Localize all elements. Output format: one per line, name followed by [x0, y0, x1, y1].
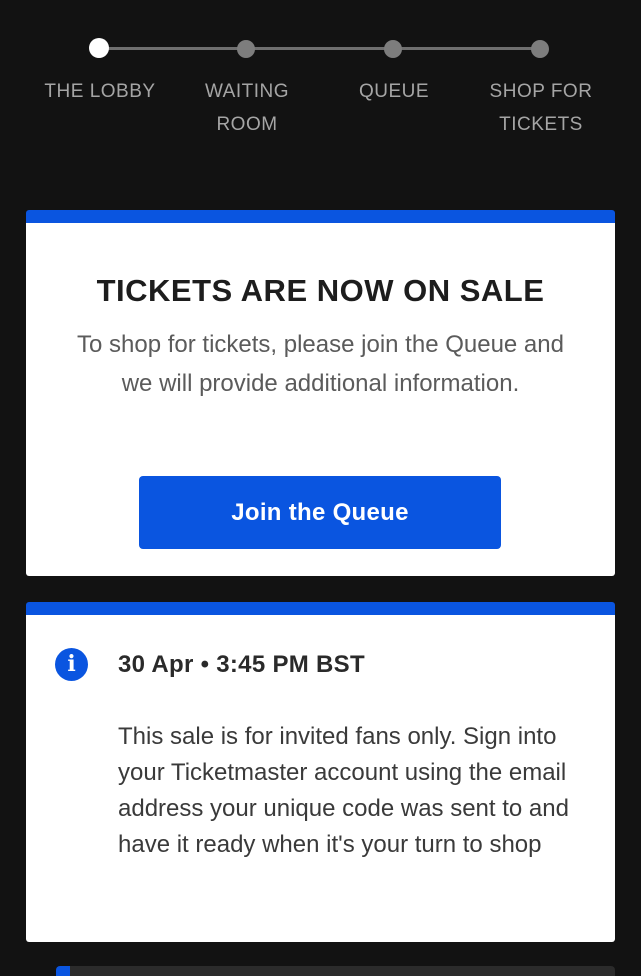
step-label: THE LOBBY	[44, 81, 156, 102]
step-dot	[531, 40, 549, 58]
step-label: SHOP FOR TICKETS	[489, 81, 593, 135]
on-sale-card: TICKETS ARE NOW ON SALE To shop for tick…	[26, 210, 615, 576]
step-label: WAITING ROOM	[204, 81, 290, 135]
sale-title: TICKETS ARE NOW ON SALE	[96, 273, 545, 308]
next-card-peek	[56, 966, 615, 976]
join-queue-button[interactable]: Join the Queue	[139, 476, 501, 549]
stepper-track	[100, 47, 542, 50]
info-icon: i	[55, 648, 88, 681]
progress-stepper: THE LOBBY WAITING ROOM QUEUE SHOP FOR TI…	[0, 0, 641, 180]
sale-info-text: This sale is for invited fans only. Sign…	[118, 723, 569, 858]
step-dot	[384, 40, 402, 58]
sale-description: To shop for tickets, please join the Que…	[77, 331, 564, 397]
sale-info-card: i 30 Apr • 3:45 PM BST This sale is for …	[26, 602, 615, 942]
step-dot-active	[89, 38, 109, 58]
step-dot	[237, 40, 255, 58]
sale-datetime: 30 Apr • 3:45 PM BST	[118, 651, 365, 678]
step-label: QUEUE	[358, 81, 430, 102]
